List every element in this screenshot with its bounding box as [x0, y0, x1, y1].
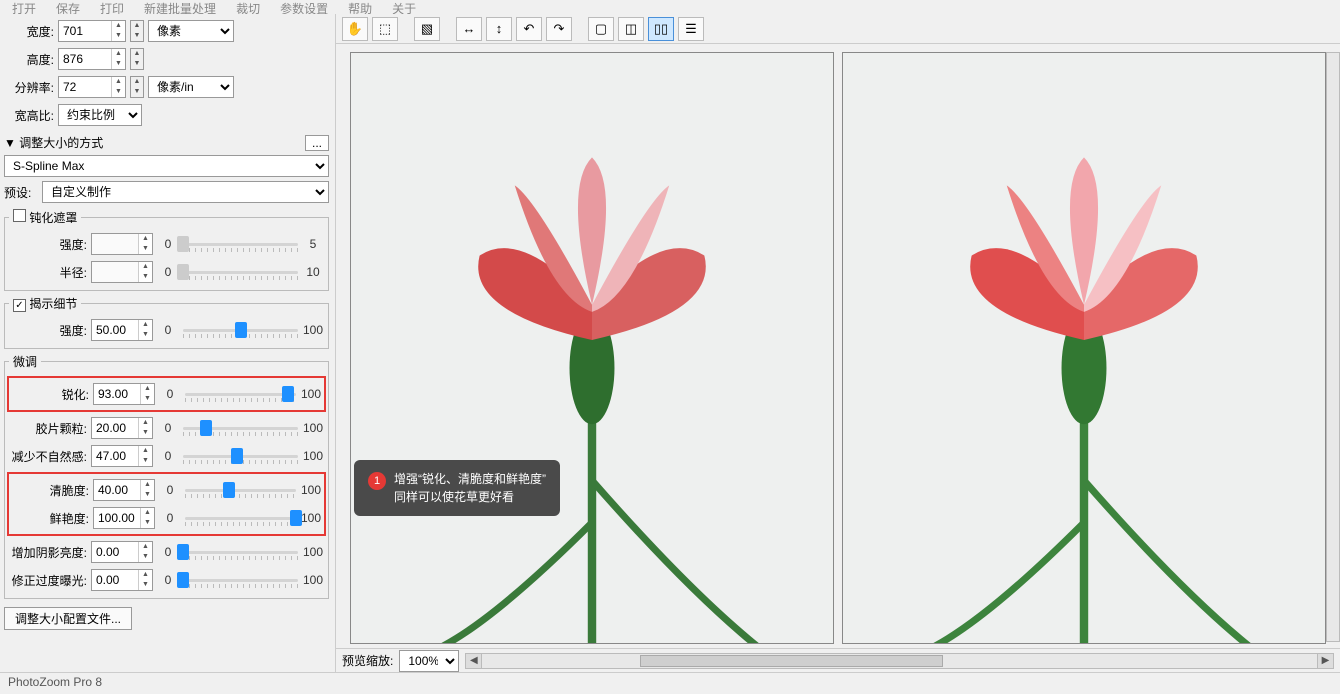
artifact-slider[interactable]	[183, 446, 298, 466]
down-icon[interactable]: ▼	[112, 31, 125, 41]
preset-label: 预设:	[4, 184, 38, 201]
shadow-label: 增加阴影亮度:	[9, 544, 87, 561]
unsharp-radius-input[interactable]: ▲▼	[91, 261, 153, 283]
view-stack-icon[interactable]: ☰	[678, 17, 704, 41]
flower-image	[872, 59, 1296, 644]
crop-tool-icon[interactable]: ▧	[414, 17, 440, 41]
preview-area: ✋ ⬚ ▧ ↔ ↕ ↶ ↷ ▢ ◫ ▯▯ ☰	[336, 14, 1340, 672]
menu-save[interactable]: 保存	[50, 0, 86, 14]
menu-about[interactable]: 关于	[386, 0, 422, 14]
artifact-label: 减少不自然感:	[9, 448, 87, 465]
reveal-detail-group: ✓ 揭示细节 强度: ▲▼ 0 100	[4, 295, 329, 349]
scroll-right-icon[interactable]: ▶	[1317, 654, 1333, 668]
crisp-slider[interactable]	[185, 480, 296, 500]
up-icon[interactable]: ▲	[112, 21, 125, 31]
grain-label: 胶片颗粒:	[9, 420, 87, 437]
sharpen-input[interactable]: ▲▼	[93, 383, 155, 405]
resize-profile-button[interactable]: 调整大小配置文件...	[4, 607, 132, 630]
vivid-slider[interactable]	[185, 508, 296, 528]
width-unit-select[interactable]: 像素	[148, 20, 234, 42]
resize-section-header: ▼ 调整大小的方式	[4, 134, 103, 151]
rotate-right-icon[interactable]: ↷	[546, 17, 572, 41]
view-side-by-side-icon[interactable]: ▯▯	[648, 17, 674, 41]
preset-select[interactable]: 自定义制作	[42, 181, 329, 203]
resize-options-button[interactable]: ...	[305, 135, 329, 151]
hand-tool-icon[interactable]: ✋	[342, 17, 368, 41]
annotation-line1: 增强“锐化、清脆度和鲜艳度”	[394, 470, 546, 488]
reveal-checkbox[interactable]: ✓	[13, 299, 26, 312]
flower-image	[380, 59, 804, 644]
artifact-input[interactable]: ▲▼	[91, 445, 153, 467]
aspect-select[interactable]: 约束比例	[58, 104, 142, 126]
height-input[interactable]: ▲▼	[58, 48, 126, 70]
unsharp-mask-group: 钝化遮罩 强度: ▲▼ 0 5 半径: ▲▼ 0 10	[4, 209, 329, 291]
flip-horizontal-icon[interactable]: ↔	[456, 17, 482, 41]
fine-tune-group: 微调 锐化: ▲▼ 0 100 胶片颗粒: ▲▼ 0 100 减少不自然感:	[4, 353, 329, 599]
horizontal-scrollbar[interactable]: ◀ ▶	[465, 653, 1334, 669]
grain-slider[interactable]	[183, 418, 298, 438]
unsharp-strength-slider[interactable]	[183, 234, 298, 254]
menu-print[interactable]: 打印	[94, 0, 130, 14]
preview-left[interactable]	[350, 52, 834, 644]
crisp-label: 清脆度:	[11, 482, 89, 499]
reveal-strength-input[interactable]: ▲▼	[91, 319, 153, 341]
sharpen-label: 锐化:	[11, 386, 89, 403]
rotate-left-icon[interactable]: ↶	[516, 17, 542, 41]
menu-batch[interactable]: 新建批量处理	[138, 0, 222, 14]
zoom-label: 预览缩放:	[342, 652, 393, 669]
reveal-strength-slider[interactable]	[183, 320, 298, 340]
marquee-tool-icon[interactable]: ⬚	[372, 17, 398, 41]
crisp-input[interactable]: ▲▼	[93, 479, 155, 501]
down-icon[interactable]: ▼	[131, 31, 143, 41]
scroll-left-icon[interactable]: ◀	[466, 654, 482, 668]
status-bar: PhotoZoom Pro 8	[0, 672, 1340, 694]
exposure-input[interactable]: ▲▼	[91, 569, 153, 591]
exposure-slider[interactable]	[183, 570, 298, 590]
menu-prefs[interactable]: 参数设置	[274, 0, 334, 14]
resolution-input[interactable]: ▲▼	[58, 76, 126, 98]
width-label: 宽度:	[4, 23, 54, 40]
zoom-select[interactable]: 100%	[399, 650, 459, 672]
annotation-number: 1	[368, 472, 386, 490]
unsharp-strength-label: 强度:	[9, 236, 87, 253]
annotation-callout: 1 增强“锐化、清脆度和鲜艳度” 同样可以使花草更好看	[354, 460, 560, 516]
shadow-slider[interactable]	[183, 542, 298, 562]
resolution-unit-select[interactable]: 像素/in	[148, 76, 234, 98]
preview-right[interactable]	[842, 52, 1326, 644]
resize-method-select[interactable]: S-Spline Max	[4, 155, 329, 177]
scroll-thumb[interactable]	[640, 655, 943, 667]
unsharp-radius-label: 半径:	[9, 264, 87, 281]
view-split-h-icon[interactable]: ◫	[618, 17, 644, 41]
vivid-label: 鲜艳度:	[11, 510, 89, 527]
resolution-label: 分辨率:	[4, 79, 54, 96]
menu-open[interactable]: 打开	[6, 0, 42, 14]
sharpen-slider[interactable]	[185, 384, 296, 404]
up-icon[interactable]: ▲	[131, 21, 143, 31]
aspect-label: 宽高比:	[4, 107, 54, 124]
flip-vertical-icon[interactable]: ↕	[486, 17, 512, 41]
toolbar: ✋ ⬚ ▧ ↔ ↕ ↶ ↷ ▢ ◫ ▯▯ ☰	[336, 14, 1340, 44]
unsharp-checkbox[interactable]	[13, 209, 26, 222]
vertical-scrollbar[interactable]	[1326, 52, 1340, 642]
shadow-input[interactable]: ▲▼	[91, 541, 153, 563]
reveal-strength-label: 强度:	[9, 322, 87, 339]
menu-bar: 打开 保存 打印 新建批量处理 裁切 参数设置 帮助 关于	[0, 0, 1340, 14]
unsharp-strength-input[interactable]: ▲▼	[91, 233, 153, 255]
annotation-line2: 同样可以使花草更好看	[394, 488, 546, 506]
height-label: 高度:	[4, 51, 54, 68]
vivid-input[interactable]: ▲▼	[93, 507, 155, 529]
menu-crop[interactable]: 裁切	[230, 0, 266, 14]
width-input[interactable]: ▲▼	[58, 20, 126, 42]
menu-help[interactable]: 帮助	[342, 0, 378, 14]
exposure-label: 修正过度曝光:	[9, 572, 87, 589]
unsharp-radius-slider[interactable]	[183, 262, 298, 282]
settings-sidebar: 宽度: ▲▼ ▲▼ 像素 高度: ▲▼ ▲▼ 分辨率: ▲▼ ▲▼ 像素/in …	[0, 14, 336, 672]
grain-input[interactable]: ▲▼	[91, 417, 153, 439]
view-single-icon[interactable]: ▢	[588, 17, 614, 41]
